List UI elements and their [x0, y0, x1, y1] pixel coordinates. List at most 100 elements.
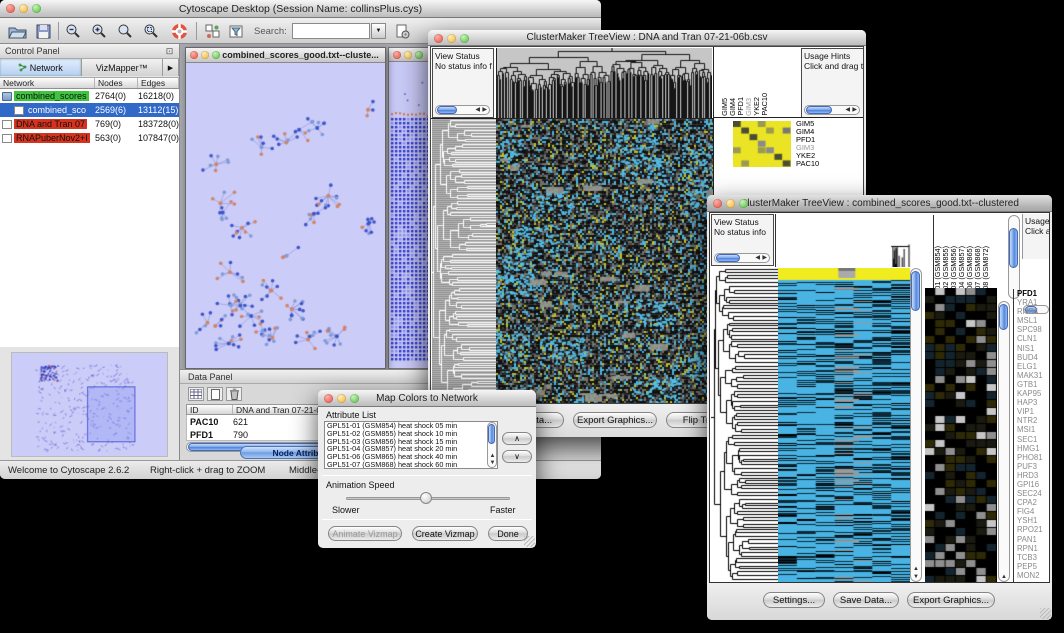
column-labels-vscrollbar[interactable] [1008, 215, 1020, 299]
gene-label[interactable]: PHO81 [1017, 453, 1050, 462]
gene-label[interactable]: RPN1 [1017, 544, 1050, 553]
column-label[interactable]: PAC10 [761, 93, 769, 116]
gene-label[interactable]: GPI16 [1017, 480, 1050, 489]
view-status-hscrollbar[interactable]: ◀▶ [435, 105, 490, 115]
network-overview-canvas[interactable] [11, 352, 168, 457]
gene-label[interactable]: RPO21 [1017, 525, 1050, 534]
zoom-window-icon[interactable] [350, 394, 359, 403]
data-col-id[interactable]: ID [187, 405, 233, 414]
network-view-window[interactable]: combined_scores_good.txt--cluste... [185, 47, 386, 369]
treeview2-row-dendrogram[interactable] [711, 268, 778, 582]
zoom-in-button[interactable] [88, 22, 110, 40]
zoom-out-button[interactable] [62, 22, 84, 40]
zoom-window-icon[interactable] [32, 4, 41, 13]
open-session-button[interactable] [6, 22, 28, 40]
treeview1-column-dendrogram[interactable] [496, 48, 712, 118]
save-session-button[interactable] [32, 22, 54, 40]
network-list-row[interactable]: DNA and Tran 07 769(0) 183728(0) [0, 117, 179, 131]
gene-label[interactable]: MSL1 [1017, 316, 1050, 325]
gene-label[interactable]: MAK31 [1017, 371, 1050, 380]
gene-label[interactable]: ELG1 [1017, 362, 1050, 371]
tab-network[interactable]: Network [0, 59, 82, 76]
gene-label[interactable]: SEC1 [1017, 435, 1050, 444]
gene-label[interactable]: RNR4 [1017, 307, 1050, 316]
treeview1-titlebar[interactable]: ClusterMaker TreeView : DNA and Tran 07-… [428, 30, 866, 46]
search-dropdown-button[interactable]: ▼ [371, 23, 386, 39]
gene-label[interactable]: HMG1 [1017, 444, 1050, 453]
gene-label[interactable]: GTB1 [1017, 380, 1050, 389]
network-list-row[interactable]: RNAPuberNov2+I 563(0) 107847(0) [0, 131, 179, 145]
col-nodes[interactable]: Nodes [95, 78, 138, 88]
float-panel-icon[interactable]: ⊡ [163, 45, 176, 58]
treeview1-row-dendrogram[interactable] [432, 119, 496, 404]
search-config-button[interactable] [392, 22, 412, 40]
move-down-button[interactable]: ∨ [502, 450, 532, 463]
filter-button[interactable] [226, 22, 246, 40]
help-button[interactable] [168, 21, 190, 41]
tab-vizmapper[interactable]: VizMapper™ [82, 59, 164, 76]
treeview2-heatmap[interactable] [778, 268, 910, 582]
treeview2-titlebar[interactable]: ClusterMaker TreeView : combined_scores_… [707, 195, 1052, 212]
network-list-row[interactable]: combined_sco 2569(6) 13112(15) [0, 103, 179, 117]
close-icon[interactable] [434, 34, 443, 43]
gene-label[interactable]: FIG4 [1017, 507, 1050, 516]
usage-hints-hscrollbar[interactable]: ◀▶ [804, 105, 860, 115]
attribute-list-vscrollbar[interactable]: ▲▼ [487, 422, 497, 468]
treeview2-zoom-detail[interactable] [925, 288, 997, 582]
zoom-window-icon[interactable] [415, 51, 423, 59]
network-list-row[interactable]: combined_scores 2764(0) 16218(0) [0, 89, 179, 103]
heatmap-vscrollbar[interactable]: ▲▼ [910, 268, 922, 582]
gene-label[interactable]: KAP95 [1017, 389, 1050, 398]
new-attribute-button[interactable] [207, 387, 223, 401]
col-edges[interactable]: Edges [138, 78, 179, 88]
minimize-icon[interactable] [447, 34, 456, 43]
gene-label[interactable]: HRD3 [1017, 471, 1050, 480]
gene-label[interactable]: SPC98 [1017, 325, 1050, 334]
treeview2-column-tree-area[interactable] [775, 214, 913, 267]
treeview1-heatmap[interactable] [496, 119, 713, 404]
animate-vizmap-button[interactable]: Animate Vizmap [328, 526, 402, 541]
gene-list-vscrollbar[interactable]: ▲ [998, 301, 1010, 582]
treeview1-summary-heatmap[interactable] [733, 121, 791, 167]
gene-label[interactable]: PEP5 [1017, 562, 1050, 571]
gene-label[interactable]: PAC10 [796, 160, 862, 168]
attribute-item[interactable]: GPL51-07 (GSM868) heat shock 60 min [325, 461, 497, 469]
zoom-window-icon[interactable] [460, 34, 469, 43]
search-input[interactable] [292, 23, 370, 39]
close-icon[interactable] [190, 51, 198, 59]
zoom-fit-button[interactable] [114, 22, 136, 40]
close-icon[interactable] [393, 51, 401, 59]
zoom-window-icon[interactable] [212, 51, 220, 59]
gene-label[interactable]: CLN1 [1017, 334, 1050, 343]
gene-label[interactable]: TCB3 [1017, 553, 1050, 562]
col-network[interactable]: Network [0, 78, 95, 88]
gene-label[interactable]: PUF3 [1017, 462, 1050, 471]
select-attributes-button[interactable] [188, 387, 204, 401]
minimize-icon[interactable] [201, 51, 209, 59]
resize-grip[interactable] [524, 536, 535, 547]
save-data-button[interactable]: Save Data... [833, 592, 899, 608]
minimize-icon[interactable] [337, 394, 346, 403]
minimize-icon[interactable] [404, 51, 412, 59]
animation-speed-slider[interactable] [346, 491, 510, 505]
gene-label[interactable]: MSI1 [1017, 425, 1050, 434]
minimize-icon[interactable] [19, 4, 28, 13]
create-vizmap-button[interactable]: Create Vizmap [412, 526, 478, 541]
zoom-selected-button[interactable] [140, 22, 162, 40]
dialog-titlebar[interactable]: Map Colors to Network [318, 390, 536, 407]
move-up-button[interactable]: ∧ [502, 432, 532, 445]
gene-label[interactable]: YSH1 [1017, 516, 1050, 525]
slider-thumb[interactable] [420, 492, 432, 504]
gene-label[interactable]: YRA1 [1017, 298, 1050, 307]
view-status-hscrollbar[interactable]: ◀▶ [714, 253, 770, 263]
tab-overflow-arrow[interactable]: ▶ [163, 59, 179, 76]
new-network-button[interactable] [202, 22, 222, 40]
main-titlebar[interactable]: Cytoscape Desktop (Session Name: collins… [0, 0, 601, 18]
gene-label[interactable]: VIP1 [1017, 407, 1050, 416]
gene-label[interactable]: NIS1 [1017, 344, 1050, 353]
close-icon[interactable] [713, 199, 722, 208]
minimize-icon[interactable] [726, 199, 735, 208]
resize-grip[interactable] [1040, 608, 1051, 619]
gene-label[interactable]: MON2 [1017, 571, 1050, 580]
delete-attribute-button[interactable] [226, 387, 242, 401]
